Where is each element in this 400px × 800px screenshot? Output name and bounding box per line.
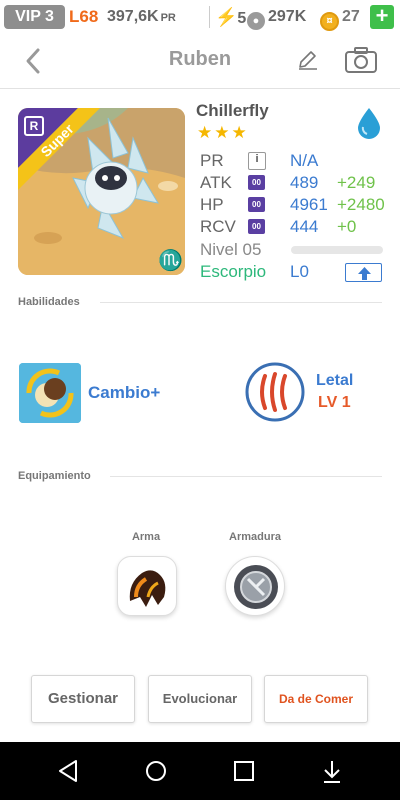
- stat-badge-icon: 00: [248, 175, 265, 190]
- stat-bonus: +2480: [337, 195, 385, 214]
- up-arrow-icon: [358, 267, 371, 280]
- level-progress-bar: [291, 246, 383, 254]
- skill-name: Cambio+: [88, 383, 161, 402]
- stat-bonus: +0: [337, 217, 357, 236]
- recents-square-icon[interactable]: [230, 757, 258, 785]
- vip-badge[interactable]: VIP 3: [4, 5, 65, 29]
- weapon-label: Arma: [131, 531, 161, 543]
- zodiac-upgrade-button[interactable]: [345, 263, 382, 282]
- feed-button[interactable]: Da de Comer: [264, 675, 368, 723]
- stat-row-hp: HP 00 4961 +2480: [200, 194, 390, 216]
- stat-label: RCV: [200, 217, 236, 236]
- armor-slot[interactable]: [225, 556, 285, 616]
- stat-value: 4961: [290, 195, 328, 214]
- header: Ruben: [0, 34, 400, 88]
- player-pr: 397,6K PR: [107, 5, 176, 29]
- paw-counter[interactable]: ● 297K: [247, 5, 307, 30]
- home-circle-icon[interactable]: [142, 757, 170, 785]
- info-icon[interactable]: i: [248, 152, 266, 170]
- stat-label: HP: [200, 195, 224, 214]
- status-bar: VIP 3 L68 397,6K PR ⚡5 ● 297K ¤ 27 +: [0, 0, 400, 34]
- skill-level: LV 1: [318, 394, 351, 411]
- claw-weapon-icon: [129, 570, 166, 607]
- level-label: Nivel 05: [200, 240, 262, 259]
- stat-value: N/A: [290, 151, 319, 170]
- section-divider: [110, 476, 382, 477]
- paw-icon: ●: [247, 12, 265, 30]
- stat-row-pr: PR i N/A: [200, 150, 390, 172]
- manage-button[interactable]: Gestionar: [31, 675, 135, 723]
- armor-label: Armadura: [229, 531, 281, 543]
- page-title: Ruben: [168, 48, 232, 70]
- coin-icon: ¤: [320, 12, 339, 31]
- pencil-icon[interactable]: [296, 48, 320, 72]
- coin-counter[interactable]: ¤ 27: [320, 5, 360, 31]
- section-divider: [100, 302, 382, 303]
- stat-badge-icon: 00: [248, 219, 265, 234]
- evolve-button[interactable]: Evolucionar: [148, 675, 252, 723]
- paw-value: 297K: [268, 8, 307, 25]
- star-rating: ★★★: [197, 123, 249, 142]
- stat-bonus: +249: [337, 173, 376, 192]
- lightning-icon: ⚡: [215, 7, 238, 27]
- zodiac-level: L0: [290, 262, 309, 281]
- weapon-slot[interactable]: [117, 556, 177, 616]
- skill-name: Letal: [316, 372, 354, 389]
- shield-armor-icon: [234, 565, 278, 609]
- stat-label: PR: [200, 151, 224, 170]
- hide-keyboard-icon[interactable]: [318, 757, 346, 785]
- equipment-heading: Equipamiento: [18, 470, 91, 482]
- pr-value: 397,6K: [107, 8, 159, 25]
- header-divider: [0, 88, 400, 89]
- stat-row-rcv: RCV 00 444 +0: [200, 216, 390, 238]
- water-element-icon: [358, 108, 380, 139]
- energy-counter[interactable]: ⚡5: [215, 5, 246, 29]
- skill-swap-icon[interactable]: [19, 363, 81, 423]
- player-level: L68: [69, 7, 99, 26]
- pr-unit: PR: [160, 12, 176, 24]
- energy-value: 5: [237, 10, 247, 27]
- stat-label: ATK: [200, 173, 232, 192]
- status-divider: [209, 6, 210, 28]
- rarity-badge: R: [24, 116, 44, 136]
- coin-value: 27: [342, 8, 360, 25]
- stat-value: 489: [290, 173, 319, 192]
- claw-skill-icon[interactable]: [245, 362, 305, 422]
- add-currency-button[interactable]: +: [370, 5, 394, 29]
- skills-heading: Habilidades: [18, 296, 80, 308]
- zodiac-sign-name: Escorpio: [200, 262, 267, 281]
- stat-row-atk: ATK 00 489 +249: [200, 172, 390, 194]
- zodiac-scorpio-icon: ♏: [158, 250, 183, 272]
- stat-value: 444: [290, 217, 319, 236]
- pet-name: Chillerfly: [196, 101, 269, 120]
- camera-icon[interactable]: [344, 45, 378, 75]
- system-nav-bar: [0, 742, 400, 800]
- back-triangle-icon[interactable]: [54, 757, 82, 785]
- stat-badge-icon: 00: [248, 197, 265, 212]
